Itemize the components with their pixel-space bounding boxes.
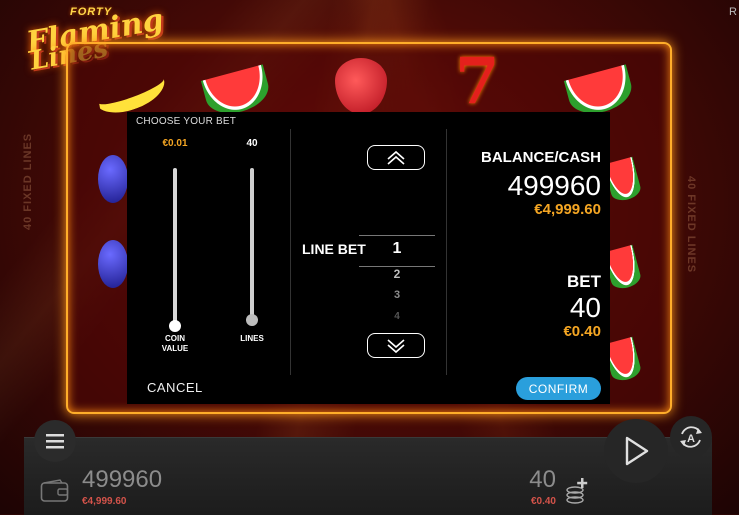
fixed-lines-label-left: 40 FIXED LINES — [22, 132, 34, 230]
coin-caption-line1: COIN — [165, 334, 185, 343]
lines-slider-track[interactable] — [250, 168, 254, 318]
chevron-up-icon — [387, 150, 405, 165]
dialog-title: CHOOSE YOUR BET — [136, 116, 237, 127]
line-bet-option-selected[interactable]: 1 — [359, 240, 435, 258]
chevron-down-icon — [387, 338, 405, 353]
fixed-lines-label-right: 40 FIXED LINES — [685, 176, 697, 274]
confirm-button[interactable]: CONFIRM — [516, 377, 601, 400]
bet-label: BET — [567, 272, 601, 291]
bet-money: €0.40 — [563, 323, 601, 340]
seven-symbol: 7 — [455, 44, 500, 119]
autoplay-icon: A — [680, 426, 702, 448]
coin-value-caption: COIN VALUE — [155, 334, 195, 354]
menu-icon — [46, 434, 64, 449]
line-bet-up-button[interactable] — [367, 145, 425, 170]
line-bet-option[interactable]: 4 — [359, 311, 435, 322]
lines-slider-knob[interactable] — [246, 314, 258, 326]
svg-text:A: A — [687, 433, 695, 445]
lines-caption: LINES — [240, 334, 264, 343]
corner-label: R — [729, 6, 737, 18]
grapes-symbol — [98, 155, 128, 203]
bottom-balance-money: €4,999.60 — [82, 496, 127, 507]
menu-button[interactable] — [34, 420, 76, 462]
choose-bet-dialog: CHOOSE YOUR BET €0.01 COIN VALUE 40 LINE… — [127, 112, 610, 404]
play-icon — [625, 436, 649, 466]
selection-line-top — [359, 235, 435, 236]
coin-caption-line2: VALUE — [161, 344, 189, 353]
wallet-icon — [40, 479, 69, 502]
bottom-bet-credits: 40 — [529, 466, 556, 493]
bet-credits: 40 — [569, 292, 601, 323]
column-divider — [446, 129, 447, 375]
balance-cash-label: BALANCE/CASH — [481, 149, 601, 166]
balance-money: €4,999.60 — [534, 201, 601, 218]
coin-value-slider-knob[interactable] — [169, 320, 181, 332]
coins-stack-icon[interactable] — [565, 474, 591, 504]
cancel-button[interactable]: CANCEL — [147, 380, 203, 395]
spin-button[interactable] — [604, 419, 668, 483]
coin-value-amount: €0.01 — [162, 138, 188, 149]
lines-amount: 40 — [246, 138, 258, 149]
line-bet-option[interactable]: 3 — [359, 289, 435, 301]
line-bet-label: LINE BET — [302, 241, 366, 257]
balance-credits: 499960 — [507, 170, 601, 201]
line-bet-down-button[interactable] — [367, 333, 425, 358]
coin-value-slider-track[interactable] — [173, 168, 177, 324]
bottom-bet-money: €0.40 — [530, 496, 556, 507]
column-divider — [290, 129, 291, 375]
line-bet-option[interactable]: 2 — [359, 267, 435, 281]
grapes-symbol — [98, 240, 128, 288]
autoplay-button[interactable]: A — [670, 416, 712, 458]
bottom-balance-credits: 499960 — [82, 466, 163, 493]
